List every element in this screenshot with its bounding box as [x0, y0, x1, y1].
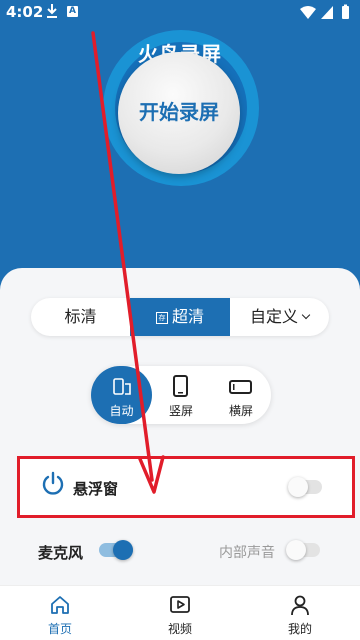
home-icon	[51, 596, 69, 614]
orientation-landscape-label: 横屏	[228, 404, 253, 418]
nav-home-label: 首页	[47, 622, 72, 636]
internal-audio-label: 内部声音	[219, 545, 275, 561]
orientation-portrait-label: 竖屏	[168, 404, 193, 418]
floating-window-label: 悬浮窗	[73, 480, 119, 498]
quality-custom-option[interactable]: 自定义	[230, 298, 329, 336]
status-bar: 4:02 A	[0, 0, 360, 26]
orientation-selector: 自动 竖屏 横屏	[91, 366, 271, 424]
floating-window-row: 悬浮窗	[17, 456, 355, 518]
battery-icon	[342, 6, 349, 19]
start-recording-button[interactable]: 开始录屏	[118, 52, 240, 174]
nav-video-label: 视频	[167, 622, 192, 636]
nav-home[interactable]: 首页	[0, 586, 120, 640]
start-recording-label: 开始录屏	[139, 100, 219, 124]
toggle-knob	[286, 540, 306, 560]
nav-video[interactable]: 视频	[120, 586, 240, 640]
orientation-landscape-option[interactable]: 横屏	[211, 366, 271, 424]
microphone-toggle[interactable]	[99, 540, 133, 560]
bottom-nav: 首页 视频 我的	[0, 585, 360, 640]
video-play-icon	[170, 596, 190, 613]
toggle-knob	[288, 477, 308, 497]
quality-hd-option[interactable]: 存超清	[130, 298, 230, 336]
floating-window-toggle[interactable]	[288, 477, 322, 497]
download-icon	[47, 4, 57, 18]
status-time: 4:02	[6, 3, 44, 21]
signal-icon	[321, 6, 333, 19]
quality-standard-option[interactable]: 标清	[31, 298, 130, 336]
chevron-down-icon	[301, 310, 311, 320]
user-icon	[291, 595, 309, 616]
hd-badge-icon: 存	[155, 312, 168, 324]
landscape-phone-icon	[229, 380, 252, 394]
portrait-phone-icon	[173, 375, 188, 397]
wifi-icon	[300, 6, 316, 19]
nav-me-label: 我的	[287, 622, 312, 636]
auto-rotate-icon	[113, 378, 131, 395]
orientation-portrait-option[interactable]: 竖屏	[151, 366, 211, 424]
notification-a-icon: A	[67, 6, 78, 17]
status-icons	[300, 4, 349, 19]
toggle-knob	[113, 540, 133, 560]
quality-selector: 标清 存超清 自定义	[31, 298, 329, 336]
nav-me[interactable]: 我的	[240, 586, 360, 640]
orientation-auto-option[interactable]: 自动	[91, 366, 152, 424]
internal-audio-toggle[interactable]	[286, 540, 320, 560]
power-icon	[42, 471, 64, 495]
microphone-label: 麦克风	[38, 544, 84, 562]
orientation-auto-label: 自动	[109, 404, 134, 418]
